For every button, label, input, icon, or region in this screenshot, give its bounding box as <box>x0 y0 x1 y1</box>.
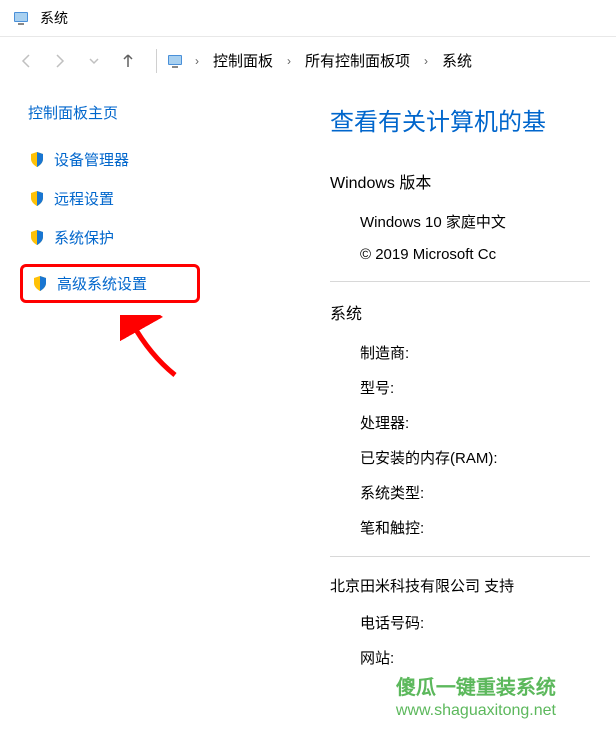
breadcrumb-all-items[interactable]: 所有控制面板项 <box>299 46 416 75</box>
navbar: › 控制面板 › 所有控制面板项 › 系统 <box>0 36 616 84</box>
sidebar-item-system-protection[interactable]: 系统保护 <box>28 225 200 250</box>
watermark-url: www.shaguaxitong.net <box>396 702 556 720</box>
system-icon <box>12 8 32 28</box>
chevron-right-icon: › <box>285 54 293 68</box>
section-divider <box>330 556 590 557</box>
page-heading: 查看有关计算机的基 <box>330 102 616 137</box>
ram-row: 已安装的内存(RAM): <box>330 447 616 468</box>
main-content: 查看有关计算机的基 Windows 版本 Windows 10 家庭中文 © 2… <box>200 102 616 682</box>
windows-edition: Windows 10 家庭中文 <box>330 211 616 232</box>
system-section-label: 系统 <box>330 300 616 324</box>
manufacturer-row: 制造商: <box>330 342 616 363</box>
shield-icon <box>28 190 46 208</box>
nav-separator <box>156 49 157 73</box>
system-type-row: 系统类型: <box>330 482 616 503</box>
nav-back-button[interactable] <box>12 47 40 75</box>
shield-icon <box>28 151 46 169</box>
windows-copyright: © 2019 Microsoft Cc <box>330 246 616 263</box>
sidebar-item-label: 系统保护 <box>54 227 114 248</box>
sidebar-item-advanced-settings[interactable]: 高级系统设置 <box>20 264 200 303</box>
sidebar-item-label: 设备管理器 <box>54 149 129 170</box>
breadcrumb-system[interactable]: 系统 <box>436 46 478 75</box>
nav-recent-button[interactable] <box>80 47 108 75</box>
window-title: 系统 <box>40 8 68 28</box>
sidebar: 控制面板主页 设备管理器 远程设置 系统保护 高级系统设置 <box>0 102 200 682</box>
sidebar-title[interactable]: 控制面板主页 <box>28 102 200 123</box>
breadcrumb: › 控制面板 › 所有控制面板项 › 系统 <box>165 46 478 75</box>
windows-version-label: Windows 版本 <box>330 169 616 193</box>
titlebar: 系统 <box>0 0 616 36</box>
processor-row: 处理器: <box>330 412 616 433</box>
content-area: 控制面板主页 设备管理器 远程设置 系统保护 高级系统设置 <box>0 84 616 682</box>
nav-forward-button[interactable] <box>46 47 74 75</box>
sidebar-item-label: 高级系统设置 <box>57 273 147 294</box>
watermark: 傻瓜一键重装系统 www.shaguaxitong.net <box>396 671 556 720</box>
nav-up-button[interactable] <box>114 47 142 75</box>
chevron-right-icon: › <box>422 54 430 68</box>
model-row: 型号: <box>330 377 616 398</box>
sidebar-item-label: 远程设置 <box>54 188 114 209</box>
phone-row: 电话号码: <box>330 612 616 633</box>
sidebar-item-remote-settings[interactable]: 远程设置 <box>28 186 200 211</box>
support-company: 北京田米科技有限公司 支持 <box>330 575 616 596</box>
shield-icon <box>31 275 49 293</box>
sidebar-item-device-manager[interactable]: 设备管理器 <box>28 147 200 172</box>
watermark-text: 傻瓜一键重装系统 <box>396 671 556 700</box>
shield-icon <box>28 229 46 247</box>
section-divider <box>330 281 590 282</box>
breadcrumb-system-icon <box>165 50 187 72</box>
breadcrumb-control-panel[interactable]: 控制面板 <box>207 46 279 75</box>
pen-touch-row: 笔和触控: <box>330 517 616 538</box>
website-row: 网站: <box>330 647 616 668</box>
chevron-right-icon: › <box>193 54 201 68</box>
